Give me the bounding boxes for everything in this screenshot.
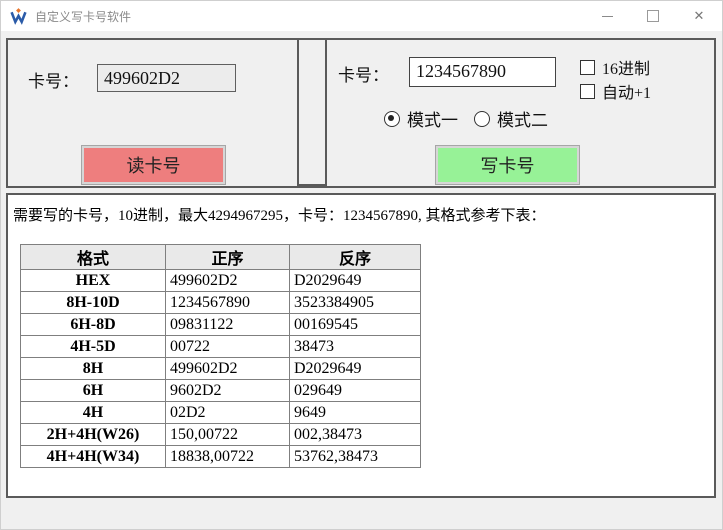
table-header-row: 格式 正序 反序	[21, 245, 421, 270]
maximize-icon	[647, 10, 659, 22]
table-cell: 4H-5D	[21, 336, 166, 358]
table-row: 6H9602D2029649	[21, 380, 421, 402]
divider-box	[297, 38, 327, 186]
table-cell: 00169545	[290, 314, 421, 336]
window-title: 自定义写卡号软件	[35, 8, 584, 25]
table-cell: 8H-10D	[21, 292, 166, 314]
table-row: 4H+4H(W34)18838,0072253762,38473	[21, 446, 421, 468]
info-text: 需要写的卡号，10进制，最大4294967295，卡号：1234567890, …	[13, 204, 546, 225]
table-cell: 499602D2	[166, 358, 290, 380]
close-icon: ✕	[694, 8, 705, 24]
hex-checkbox[interactable]: 16进制	[580, 55, 650, 79]
col-header-forward: 正序	[166, 245, 290, 270]
close-button[interactable]: ✕	[676, 1, 722, 31]
table-cell: D2029649	[290, 358, 421, 380]
title-bar: 自定义写卡号软件 ✕	[1, 1, 722, 31]
write-card-label: 卡号：	[338, 61, 389, 86]
table-cell: 38473	[290, 336, 421, 358]
table-cell: 8H	[21, 358, 166, 380]
table-cell: 2H+4H(W26)	[21, 424, 166, 446]
format-table-body: HEX499602D2D20296498H-10D123456789035233…	[21, 270, 421, 468]
mode1-radio[interactable]: 模式一	[384, 106, 458, 131]
app-window: 自定义写卡号软件 ✕ 卡号： 499602D2 读卡号 卡号： 12345678…	[0, 0, 723, 530]
table-cell: 00722	[166, 336, 290, 358]
mode2-radio-circle[interactable]	[474, 111, 490, 127]
table-cell: 1234567890	[166, 292, 290, 314]
auto-plus1-checkbox[interactable]: 自动+1	[580, 79, 651, 103]
mode1-radio-circle[interactable]	[384, 111, 400, 127]
table-row: HEX499602D2D2029649	[21, 270, 421, 292]
table-cell: 6H-8D	[21, 314, 166, 336]
table-row: 8H499602D2D2029649	[21, 358, 421, 380]
table-row: 6H-8D0983112200169545	[21, 314, 421, 336]
table-cell: 02D2	[166, 402, 290, 424]
table-cell: 09831122	[166, 314, 290, 336]
read-card-label: 卡号：	[28, 67, 79, 92]
read-card-button[interactable]: 读卡号	[82, 146, 225, 184]
table-cell: 002,38473	[290, 424, 421, 446]
table-row: 4H-5D0072238473	[21, 336, 421, 358]
table-cell: 029649	[290, 380, 421, 402]
app-logo-icon	[10, 8, 27, 25]
table-cell: 499602D2	[166, 270, 290, 292]
format-table: 格式 正序 反序 HEX499602D2D20296498H-10D123456…	[20, 244, 421, 468]
table-cell: 150,00722	[166, 424, 290, 446]
mode2-radio-label: 模式二	[497, 106, 548, 131]
table-cell: 9649	[290, 402, 421, 424]
table-cell: 4H+4H(W34)	[21, 446, 166, 468]
col-header-format: 格式	[21, 245, 166, 270]
auto-plus1-checkbox-box[interactable]	[580, 84, 595, 99]
table-cell: 18838,00722	[166, 446, 290, 468]
read-card-input[interactable]: 499602D2	[97, 64, 236, 92]
table-cell: 53762,38473	[290, 446, 421, 468]
hex-checkbox-label: 16进制	[602, 55, 650, 79]
maximize-button[interactable]	[630, 1, 676, 31]
mode1-radio-label: 模式一	[407, 106, 458, 131]
table-row: 2H+4H(W26)150,00722002,38473	[21, 424, 421, 446]
hex-checkbox-box[interactable]	[580, 60, 595, 75]
top-panel: 卡号： 499602D2 读卡号 卡号： 1234567890 16进制 自动+…	[6, 38, 716, 188]
mode2-radio[interactable]: 模式二	[474, 106, 548, 131]
table-cell: 9602D2	[166, 380, 290, 402]
bottom-panel: 需要写的卡号，10进制，最大4294967295，卡号：1234567890, …	[6, 193, 716, 498]
minimize-button[interactable]	[584, 1, 630, 31]
auto-plus1-checkbox-label: 自动+1	[602, 79, 651, 103]
table-cell: 3523384905	[290, 292, 421, 314]
col-header-reverse: 反序	[290, 245, 421, 270]
table-row: 4H02D29649	[21, 402, 421, 424]
write-card-button[interactable]: 写卡号	[436, 146, 579, 184]
table-cell: 4H	[21, 402, 166, 424]
table-cell: HEX	[21, 270, 166, 292]
write-card-input[interactable]: 1234567890	[409, 57, 556, 87]
table-cell: D2029649	[290, 270, 421, 292]
table-row: 8H-10D12345678903523384905	[21, 292, 421, 314]
table-cell: 6H	[21, 380, 166, 402]
